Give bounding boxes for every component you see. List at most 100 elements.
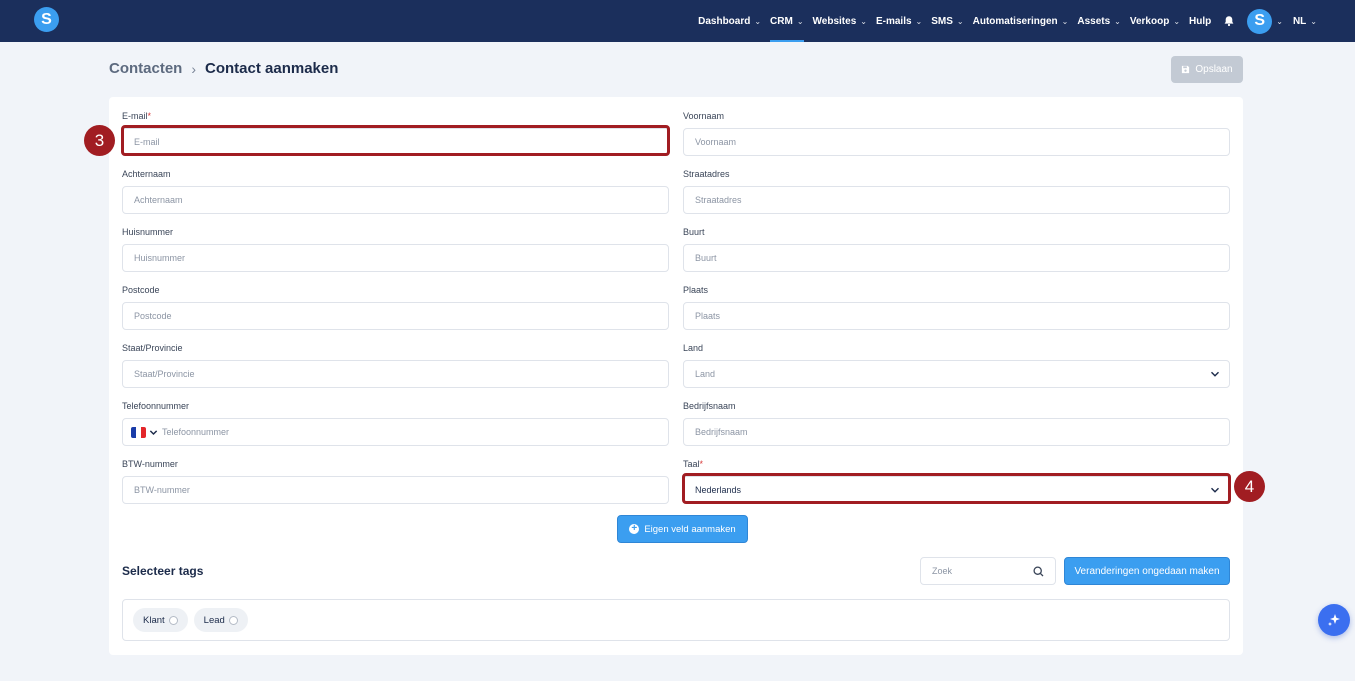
buurt-label: Buurt <box>683 227 705 237</box>
postcode-field-group: Postcode Postcode <box>122 284 669 330</box>
chevron-down-icon: ⌄ <box>1173 16 1181 26</box>
floppy-disk-icon <box>1182 65 1190 74</box>
voornaam-field-group: Voornaam Voornaam <box>683 110 1230 156</box>
breadcrumb-contacten[interactable]: Contacten <box>109 60 182 77</box>
top-navigation: S Dashboard ⌄ CRM ⌄ Websites ⌄ E-mails ⌄ SMS… <box>0 0 1355 42</box>
tag-search-input[interactable]: Zoek <box>920 557 1056 585</box>
chevron-down-icon: ⌄ <box>860 16 867 26</box>
telefoon-field-group: Telefoonnummer Telefoonnummer <box>122 400 669 446</box>
nav-item-websites[interactable]: Websites ⌄ <box>813 0 867 42</box>
highlight-taal <box>682 473 1231 504</box>
email-label: E-mail* <box>122 111 152 121</box>
straatadres-input[interactable]: Straatadres <box>683 186 1230 214</box>
bedrijfsnaam-field-group: Bedrijfsnaam Bedrijfsnaam <box>683 400 1230 446</box>
staat-label: Staat/Provincie <box>122 343 183 353</box>
chevron-right-icon: › <box>191 60 197 77</box>
achternaam-input[interactable]: Achternaam <box>122 186 669 214</box>
chevron-down-icon: ⌄ <box>1310 16 1317 26</box>
add-custom-field-button[interactable]: + Eigen veld aanmaken <box>617 515 748 543</box>
nav-label: E-mails <box>875 15 912 27</box>
contact-form-card: E-mail* E-mail Voornaam Voornaam Achtern… <box>109 97 1243 655</box>
search-placeholder: Zoek <box>932 566 953 576</box>
telefoon-label: Telefoonnummer <box>122 401 190 411</box>
nav-item-crm[interactable]: CRM ⌄ <box>770 0 805 42</box>
straatadres-label: Straatadres <box>683 169 730 179</box>
telefoon-input[interactable]: Telefoonnummer <box>122 418 669 446</box>
buurt-field-group: Buurt Buurt <box>683 226 1230 272</box>
buurt-input[interactable]: Buurt <box>683 244 1230 272</box>
huisnummer-label: Huisnummer <box>122 227 174 237</box>
tag-list: Klant Lead <box>122 599 1230 641</box>
annotation-marker: 3 <box>84 125 115 156</box>
staat-input[interactable]: Staat/Provincie <box>122 360 669 388</box>
tag-label: Lead <box>203 614 225 626</box>
nav-item-sms[interactable]: SMS ⌄ <box>931 0 963 42</box>
chevron-down-icon: ⌄ <box>956 16 964 26</box>
chevron-down-icon[interactable] <box>149 428 158 437</box>
radio-circle-icon <box>168 615 178 625</box>
country-flag-fr-icon[interactable] <box>131 426 146 438</box>
bedrijfsnaam-input[interactable]: Bedrijfsnaam <box>683 418 1230 446</box>
highlight-email <box>121 125 670 156</box>
postcode-input[interactable]: Postcode <box>122 302 669 330</box>
plaats-field-group: Plaats Plaats <box>683 284 1230 330</box>
chevron-down-icon: ⌄ <box>915 16 923 26</box>
breadcrumb: Contacten › Contact aanmaken <box>109 60 338 77</box>
app-logo[interactable]: S <box>34 7 59 32</box>
nav-item-dashboard[interactable]: Dashboard ⌄ <box>698 0 761 42</box>
nav-label: SMS <box>931 15 953 27</box>
bell-icon[interactable] <box>1223 15 1235 27</box>
nav-item-assets[interactable]: Assets ⌄ <box>1077 0 1121 42</box>
radio-circle-icon <box>228 615 238 625</box>
voornaam-label: Voornaam <box>683 111 725 121</box>
nav-label: Hulp <box>1189 15 1212 27</box>
save-label: Opslaan <box>1195 64 1233 75</box>
nav-item-verkoop[interactable]: Verkoop ⌄ <box>1130 0 1180 42</box>
btw-input[interactable]: BTW-nummer <box>122 476 669 504</box>
bedrijfsnaam-label: Bedrijfsnaam <box>683 401 736 411</box>
plus-circle-icon: + <box>629 524 640 534</box>
achternaam-label: Achternaam <box>122 169 171 179</box>
voornaam-input[interactable]: Voornaam <box>683 128 1230 156</box>
nav-item-hulp[interactable]: Hulp <box>1189 0 1211 42</box>
user-menu[interactable]: S ⌄ <box>1247 0 1283 42</box>
tag-label: Klant <box>143 614 165 626</box>
nav-item-emails[interactable]: E-mails ⌄ <box>876 0 922 42</box>
nav-label: CRM <box>770 15 793 27</box>
page-title: Contact aanmaken <box>205 60 339 77</box>
chevron-down-icon <box>1211 371 1219 377</box>
language-selector[interactable]: NL ⌄ <box>1293 0 1317 42</box>
land-field-group: Land Land <box>683 342 1230 388</box>
land-placeholder: Land <box>695 369 716 379</box>
nav-label: Dashboard <box>698 15 751 27</box>
save-button[interactable]: Opslaan <box>1171 56 1243 83</box>
chevron-down-icon: ⌄ <box>1276 16 1283 26</box>
btw-field-group: BTW-nummer BTW-nummer <box>122 458 669 504</box>
tag-lead[interactable]: Lead <box>193 608 248 632</box>
achternaam-field-group: Achternaam Achternaam <box>122 168 669 214</box>
huisnummer-field-group: Huisnummer Huisnummer <box>122 226 669 272</box>
straatadres-field-group: Straatadres Straatadres <box>683 168 1230 214</box>
plaats-input[interactable]: Plaats <box>683 302 1230 330</box>
chevron-down-icon: ⌄ <box>754 16 762 26</box>
nav-item-automatiseringen[interactable]: Automatiseringen ⌄ <box>973 0 1069 42</box>
land-select[interactable]: Land <box>683 360 1230 388</box>
land-label: Land <box>683 343 704 353</box>
undo-changes-button[interactable]: Veranderingen ongedaan maken <box>1064 557 1230 585</box>
avatar: S <box>1247 8 1273 34</box>
telefoon-placeholder: Telefoonnummer <box>162 427 230 437</box>
tag-klant[interactable]: Klant <box>133 608 188 632</box>
annotation-marker: 4 <box>1234 471 1265 502</box>
nav-label: Verkoop <box>1129 15 1170 27</box>
sparkle-icon <box>1328 614 1340 626</box>
btw-label: BTW-nummer <box>122 459 178 469</box>
chevron-down-icon: ⌄ <box>1114 16 1121 26</box>
huisnummer-input[interactable]: Huisnummer <box>122 244 669 272</box>
search-icon <box>1033 566 1044 577</box>
chevron-down-icon: ⌄ <box>1061 16 1069 26</box>
nav-label: Assets <box>1077 15 1111 27</box>
custom-field-label: Eigen veld aanmaken <box>644 523 736 535</box>
ai-assistant-button[interactable] <box>1318 604 1350 636</box>
tags-title: Selecteer tags <box>122 564 204 578</box>
chevron-down-icon: ⌄ <box>796 16 804 26</box>
